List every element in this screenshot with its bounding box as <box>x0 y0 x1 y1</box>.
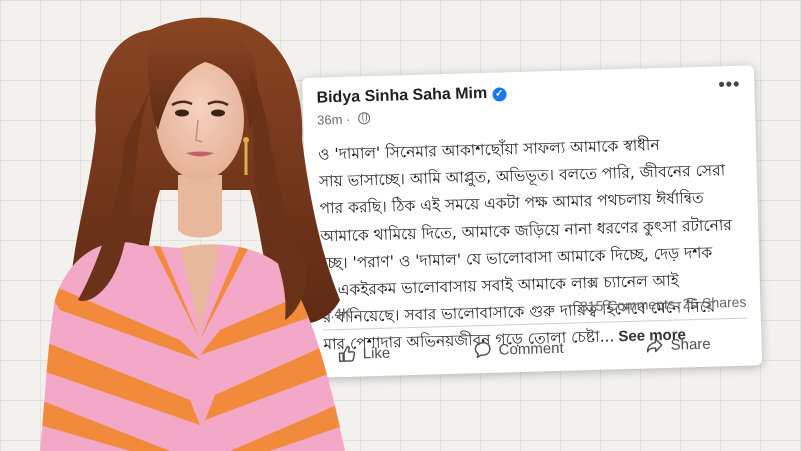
more-options-icon[interactable]: ••• <box>718 74 740 96</box>
post-header: Bidya Sinha Saha Mim ✓ 36m · ••• <box>316 74 741 134</box>
share-arrow-icon <box>645 336 663 354</box>
woman-photo <box>40 17 345 451</box>
comment-label: Comment <box>498 339 564 359</box>
neck <box>178 175 222 238</box>
verified-badge-icon: ✓ <box>492 87 507 102</box>
speech-bubble-icon <box>473 341 491 359</box>
share-button[interactable]: Share <box>645 329 711 361</box>
post-text: ও 'দামাল' সিনেমার আকাশছোঁয়া সাফল্য আমাক… <box>318 130 749 359</box>
like-label: Like <box>362 344 391 362</box>
facebook-post-card: Bidya Sinha Saha Mim ✓ 36m · ••• ও 'দামাল… <box>302 65 763 378</box>
share-count[interactable]: 26 Shares <box>682 294 746 312</box>
share-label: Share <box>670 335 711 354</box>
comment-count[interactable]: 815 Comments <box>580 296 675 315</box>
comment-button[interactable]: Comment <box>473 333 564 366</box>
comment-share-counts: 815 Comments 26 Shares <box>580 294 747 315</box>
